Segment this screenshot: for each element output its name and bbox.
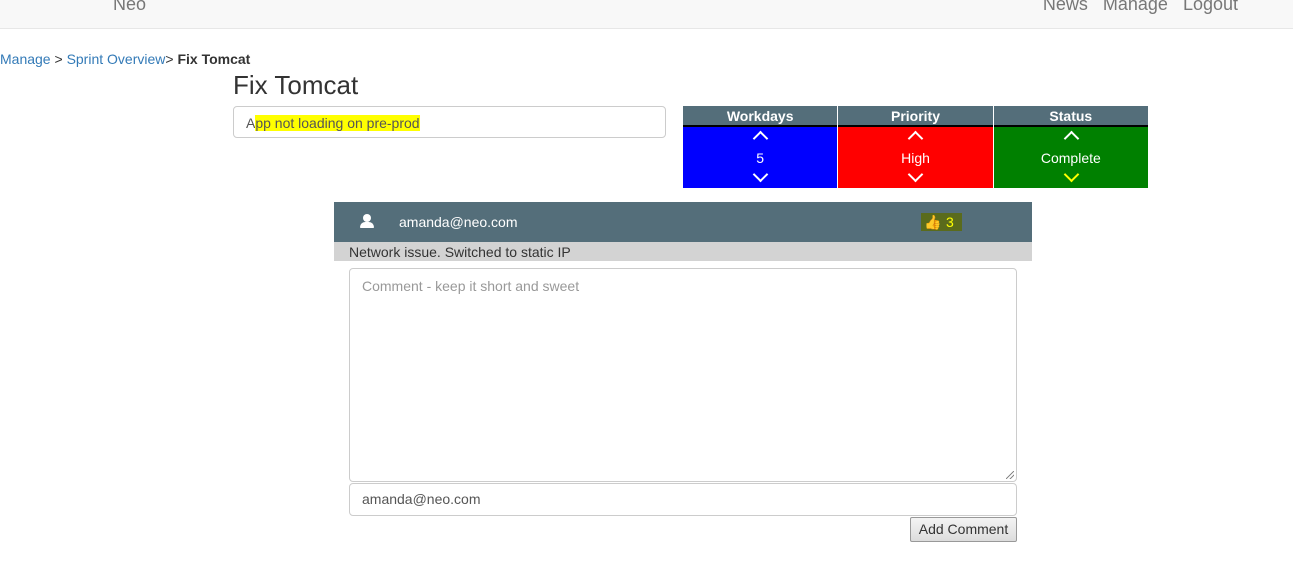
breadcrumb-manage[interactable]: Manage — [0, 51, 51, 67]
workdays-column: Workdays 5 — [683, 106, 838, 188]
description-input[interactable]: App not loading on pre-prod — [233, 106, 666, 138]
priority-value: High — [901, 150, 930, 166]
breadcrumb: Manage > Sprint Overview> Fix Tomcat — [0, 51, 250, 67]
resize-handle-icon[interactable] — [1006, 471, 1014, 479]
breadcrumb-separator: > — [50, 51, 67, 67]
nav-logout-link[interactable]: Logout — [1183, 0, 1238, 15]
breadcrumb-sprint-overview[interactable]: Sprint Overview — [67, 51, 166, 67]
comment-header: amanda@neo.com 👍 3 — [334, 202, 1032, 242]
comment-textarea[interactable]: Comment - keep it short and sweet — [349, 268, 1017, 482]
author-email-field[interactable]: amanda@neo.com — [349, 483, 1017, 516]
priority-cell: High — [838, 127, 993, 188]
priority-header: Priority — [838, 106, 993, 127]
workdays-header: Workdays — [683, 106, 838, 127]
workdays-increase-icon[interactable] — [752, 130, 769, 147]
status-increase-icon[interactable] — [1063, 130, 1080, 147]
description-highlighted: pp not loading on pre-prod — [255, 115, 420, 131]
comment-author: amanda@neo.com — [399, 214, 518, 230]
description-first-char: A — [246, 115, 256, 131]
user-icon — [360, 214, 374, 230]
user-icon-head — [363, 214, 371, 222]
nav-news-link[interactable]: News — [1043, 0, 1088, 15]
workdays-decrease-icon[interactable] — [752, 166, 769, 183]
workdays-value: 5 — [756, 150, 765, 166]
add-comment-button[interactable]: Add Comment — [910, 517, 1017, 542]
comment-placeholder: Comment - keep it short and sweet — [362, 278, 580, 294]
priority-decrease-icon[interactable] — [908, 166, 924, 183]
page-title: Fix Tomcat — [233, 70, 359, 100]
breadcrumb-separator: > — [165, 51, 178, 67]
like-count: 3 — [946, 214, 954, 230]
comment-body: Network issue. Switched to static IP — [334, 242, 1032, 261]
workdays-cell: 5 — [683, 127, 838, 188]
status-value: Complete — [1040, 150, 1101, 166]
like-button[interactable]: 👍 3 — [921, 213, 962, 231]
status-cell: Complete — [993, 127, 1148, 188]
brand-logo[interactable]: Neo — [113, 0, 146, 15]
status-header: Status — [993, 106, 1148, 127]
user-icon-body — [360, 222, 374, 228]
status-column: Status Complete — [992, 106, 1148, 188]
task-attributes-table: Workdays 5 Priority High Status Complete — [683, 106, 1148, 188]
breadcrumb-current: Fix Tomcat — [177, 51, 251, 67]
priority-column: Priority High — [837, 106, 993, 188]
nav-manage-link[interactable]: Manage — [1103, 0, 1168, 15]
top-navbar: Neo News Manage Logout — [0, 0, 1293, 29]
comment-text: Network issue. Switched to static IP — [349, 244, 571, 260]
status-decrease-icon[interactable] — [1063, 166, 1080, 183]
priority-increase-icon[interactable] — [908, 130, 924, 147]
thumbs-up-icon: 👍 — [924, 214, 942, 230]
nav-links: News Manage Logout — [1043, 0, 1238, 15]
author-email-value: amanda@neo.com — [362, 491, 481, 507]
description-text: App not loading on pre-prod — [246, 115, 420, 131]
